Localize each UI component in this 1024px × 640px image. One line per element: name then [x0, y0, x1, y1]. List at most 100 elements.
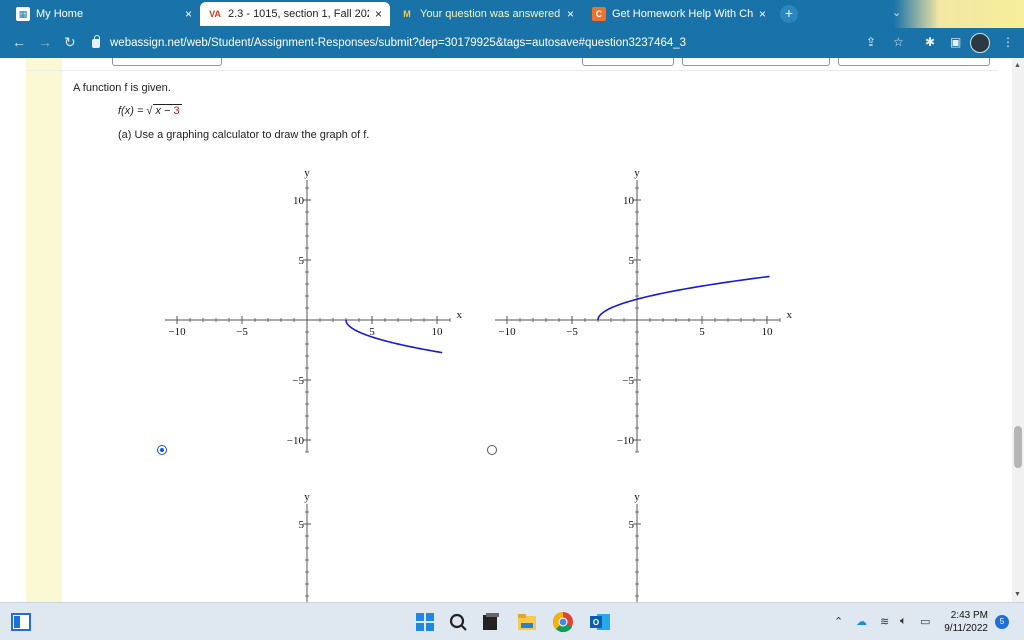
radicand-constant: 3	[173, 105, 180, 117]
answer-box[interactable]	[582, 58, 674, 66]
x-axis-label: x	[457, 309, 463, 321]
previous-answer-box[interactable]	[112, 58, 222, 66]
tab-title: 2.3 - 1015, section 1, Fall 2022 | V	[228, 8, 369, 20]
sqrt-icon: √	[146, 105, 153, 117]
x-axis-label: x	[787, 309, 793, 321]
browser-toolbar: ← → ↻ webassign.net/web/Student/Assignme…	[0, 28, 1024, 58]
option-4-graph: y105	[629, 491, 641, 602]
tab-gmail[interactable]: M Your question was answered - gm ×	[392, 2, 582, 26]
task-view-windows-icon[interactable]	[480, 611, 502, 633]
y-tick-label: −5	[622, 375, 634, 387]
scroll-down-arrow-icon[interactable]: ▼	[1014, 591, 1021, 598]
y-tick-label: −5	[292, 375, 304, 387]
x-tick-label: −10	[168, 326, 186, 338]
profile-avatar[interactable]	[970, 33, 990, 53]
y-tick-label: 5	[299, 519, 305, 531]
webassign-page: A function f is given. f(x) = √ x − 3 (a)…	[0, 58, 1012, 602]
share-icon[interactable]: ⇪	[866, 35, 876, 49]
svg-text:O: O	[593, 618, 599, 627]
option-2-radio[interactable]	[487, 445, 497, 455]
tab-title: My Home	[36, 8, 84, 20]
y-tick-label: −10	[617, 435, 635, 447]
notification-badge[interactable]: 5	[995, 615, 1009, 629]
x-tick-label: −5	[236, 326, 248, 338]
close-tab-icon[interactable]: ×	[759, 7, 766, 21]
x-tick-label: 5	[699, 326, 705, 338]
webassign-icon: VA	[209, 9, 221, 19]
show-hidden-icons-chevron-icon[interactable]: ⌃	[834, 615, 843, 628]
clock-date: 9/11/2022	[944, 623, 988, 634]
bookmark-star-icon[interactable]: ☆	[893, 35, 904, 49]
task-view-icon[interactable]	[10, 611, 32, 633]
clock-time: 2:43 PM	[950, 610, 988, 621]
tab-title: Get Homework Help With Chegg	[612, 8, 753, 20]
new-tab-button[interactable]: +	[780, 5, 798, 23]
y-tick-label: 5	[299, 255, 305, 267]
tab-my-home[interactable]: ▦ My Home ×	[8, 2, 200, 26]
y-tick-label: 10	[623, 195, 635, 207]
browser-tab-strip: ▦ My Home × VA 2.3 - 1015, section 1, Fa…	[0, 0, 1024, 28]
windows-taskbar: O ⌃ ☁ ≋ 🔈︎ ▭ 2:43 PM 9/11/2022 5	[0, 602, 1024, 640]
battery-icon[interactable]: ▭	[920, 615, 930, 628]
volume-icon[interactable]: 🔈︎	[900, 615, 907, 628]
scrollbar-thumb[interactable]	[1014, 426, 1022, 468]
x-tick-label: −10	[498, 326, 516, 338]
sidebar-icon[interactable]: ▣	[950, 35, 961, 49]
close-tab-icon[interactable]: ×	[567, 7, 574, 21]
forward-arrow-icon[interactable]: →	[38, 34, 52, 50]
y-tick-label: 10	[293, 195, 305, 207]
page-scrollbar[interactable]: ▲ ▼	[1012, 58, 1024, 602]
formula-lhs: f(x) =	[118, 105, 147, 117]
question-sidebar-strip	[26, 58, 62, 602]
address-bar[interactable]: webassign.net/web/Student/Assignment-Res…	[92, 32, 902, 54]
menu-kebab-icon[interactable]: ⋮	[1002, 35, 1014, 49]
windows-start-icon[interactable]	[414, 611, 436, 633]
option-1-graph: y105−5−10−10 −5 5 10x	[165, 167, 463, 453]
close-tab-icon[interactable]: ×	[185, 7, 192, 21]
back-arrow-icon[interactable]: ←	[12, 34, 26, 50]
answer-box[interactable]	[682, 58, 830, 66]
close-tab-icon[interactable]: ×	[375, 7, 382, 21]
radicand-x: x −	[155, 105, 174, 117]
x-tick-label: 10	[432, 326, 444, 338]
taskbar-clock[interactable]: 2:43 PM 9/11/2022	[936, 609, 988, 635]
function-formula: f(x) = √ x − 3	[118, 104, 182, 117]
option-1-radio[interactable]	[157, 445, 167, 455]
onedrive-icon[interactable]: ☁	[856, 615, 867, 628]
tab-assignment[interactable]: VA 2.3 - 1015, section 1, Fall 2022 | V …	[200, 2, 390, 26]
y-axis-label: y	[304, 167, 310, 179]
chrome-icon[interactable]	[552, 611, 574, 633]
outlook-icon[interactable]: O	[589, 611, 611, 633]
gmail-icon: M	[403, 9, 411, 19]
y-tick-label: 5	[629, 519, 635, 531]
reload-icon[interactable]: ↻	[64, 34, 76, 51]
y-tick-label: −10	[287, 435, 305, 447]
search-icon[interactable]	[447, 611, 469, 633]
theme-decoration	[894, 0, 1024, 28]
tab-search-chevron-icon[interactable]: ⌄	[892, 6, 901, 19]
webassign-home-icon: ▦	[16, 7, 30, 21]
option-2-graph: y 10 5 −5 −10 −10 −5 5 10 x	[495, 167, 793, 453]
option-3-graph: y105	[299, 491, 311, 602]
y-tick-label: 5	[629, 255, 635, 267]
y-axis-label: y	[304, 491, 310, 503]
function-curve	[345, 319, 443, 354]
x-tick-label: −5	[566, 326, 578, 338]
answer-box[interactable]	[838, 58, 990, 66]
x-tick-label: 10	[762, 326, 774, 338]
y-axis-label: y	[634, 491, 640, 503]
url-text[interactable]: webassign.net/web/Student/Assignment-Res…	[110, 37, 686, 49]
function-curve	[597, 275, 770, 321]
lock-icon	[92, 34, 100, 48]
scroll-up-arrow-icon[interactable]: ▲	[1014, 62, 1021, 69]
part-a-instruction: (a) Use a graphing calculator to draw th…	[118, 129, 370, 141]
y-axis-label: y	[634, 167, 640, 179]
radicand: x − 3	[153, 104, 182, 117]
extensions-puzzle-icon[interactable]: ✱	[925, 35, 935, 49]
wifi-icon[interactable]: ≋	[880, 615, 889, 628]
question-intro: A function f is given.	[73, 82, 171, 94]
chegg-icon: C	[592, 7, 606, 21]
file-explorer-icon[interactable]	[516, 611, 538, 633]
tab-title: Your question was answered - gm	[420, 8, 561, 20]
tab-chegg[interactable]: C Get Homework Help With Chegg ×	[584, 2, 774, 26]
